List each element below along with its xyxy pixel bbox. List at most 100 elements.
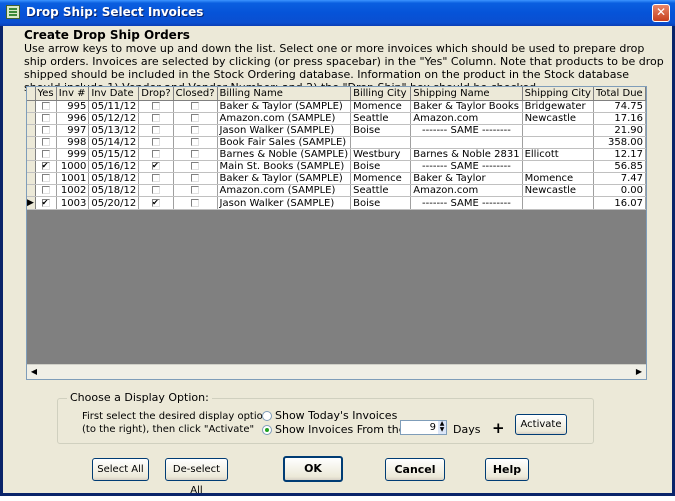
- closed-cell-checkbox[interactable]: [191, 162, 200, 170]
- cancel-button[interactable]: Cancel: [385, 458, 445, 481]
- yes-cell[interactable]: [35, 160, 57, 173]
- invoice-grid[interactable]: Yes Inv # Inv Date Drop? Closed? Billing…: [26, 86, 647, 380]
- yes-cell[interactable]: [35, 196, 57, 210]
- yes-cell[interactable]: [35, 172, 57, 185]
- billing-name-cell: Amazon.com (SAMPLE): [217, 112, 352, 125]
- spinner-arrows[interactable]: ▲ ▼: [438, 421, 446, 434]
- drop-cell-checkbox[interactable]: [151, 102, 160, 110]
- yes-cell[interactable]: [35, 124, 57, 137]
- yes-cell-checkbox[interactable]: [41, 174, 50, 182]
- yes-cell[interactable]: [35, 184, 57, 197]
- drop-cell-checkbox[interactable]: [151, 126, 160, 134]
- yes-cell-checkbox[interactable]: [41, 150, 50, 158]
- closed-cell[interactable]: [173, 184, 218, 197]
- drop-cell[interactable]: [138, 172, 174, 185]
- chevron-down-icon[interactable]: ▼: [440, 426, 445, 433]
- inv-number-cell: 998: [56, 136, 90, 149]
- drop-cell[interactable]: [138, 124, 174, 137]
- drop-cell-checkbox[interactable]: [151, 114, 160, 122]
- drop-cell[interactable]: [138, 100, 174, 113]
- column-header-total-due[interactable]: Total Due: [593, 87, 646, 101]
- column-header-shipping-name[interactable]: Shipping Name: [410, 87, 523, 101]
- radio-show-today[interactable]: Show Today's Invoices: [262, 409, 397, 422]
- yes-cell[interactable]: [35, 148, 57, 161]
- days-spinner[interactable]: 9 ▲ ▼: [400, 420, 447, 435]
- column-header-billing-name[interactable]: Billing Name: [217, 87, 352, 101]
- closed-cell-checkbox[interactable]: [191, 198, 200, 207]
- closed-cell-checkbox[interactable]: [191, 114, 200, 122]
- inv-number-cell: 1002: [56, 184, 90, 197]
- table-row[interactable]: 998 05/14/12 Book Fair Sales (SAMPLE) 358.0…: [27, 136, 646, 149]
- table-row[interactable]: 999 05/15/12 Barnes & Noble (SAMPLE) Westbu…: [27, 148, 646, 161]
- yes-cell[interactable]: [35, 100, 57, 113]
- drop-cell[interactable]: [138, 184, 174, 197]
- closed-cell[interactable]: [173, 160, 218, 173]
- yes-cell-checkbox[interactable]: [41, 186, 50, 194]
- closed-cell-checkbox[interactable]: [191, 150, 200, 158]
- activate-label: Activate: [520, 419, 562, 430]
- billing-name-cell: Baker & Taylor (SAMPLE): [217, 100, 352, 113]
- inv-date-cell: 05/16/12: [88, 160, 140, 173]
- table-row[interactable]: 100005/16/12 Main St. Books (SAMPLE)Boise…: [27, 160, 646, 173]
- shipping-city-cell: Momence: [522, 172, 594, 185]
- arrow-right-icon[interactable]: ▶: [633, 366, 645, 378]
- activate-button[interactable]: Activate: [515, 414, 567, 435]
- drop-cell-checkbox[interactable]: [151, 174, 160, 182]
- ok-button[interactable]: OK: [283, 456, 343, 482]
- drop-cell-checkbox[interactable]: [151, 186, 160, 194]
- yes-cell-checkbox[interactable]: [41, 162, 50, 170]
- table-row[interactable]: 1002 05/18/12 Amazon.com (SAMPLE) Seattle Am…: [27, 184, 646, 197]
- yes-cell-checkbox[interactable]: [41, 102, 50, 110]
- horizontal-scrollbar[interactable]: ◀ ▶: [27, 364, 646, 379]
- radio-circle-today[interactable]: [262, 411, 272, 421]
- closed-cell-checkbox[interactable]: [191, 174, 200, 182]
- column-header-yes[interactable]: Yes: [35, 87, 57, 101]
- yes-cell[interactable]: [35, 136, 57, 149]
- yes-cell-checkbox[interactable]: [41, 198, 50, 207]
- inv-number-cell: 1000: [56, 160, 90, 173]
- column-header-shipping-city[interactable]: Shipping City: [522, 87, 594, 101]
- closed-cell[interactable]: [173, 172, 218, 185]
- radio-circle-last[interactable]: [262, 425, 272, 435]
- drop-cell-checkbox[interactable]: [151, 162, 160, 170]
- column-header-billing-city[interactable]: Billing City: [350, 87, 412, 101]
- closed-cell[interactable]: [173, 124, 218, 137]
- yes-cell-checkbox[interactable]: [41, 126, 50, 134]
- column-header-inv-number[interactable]: Inv #: [56, 87, 90, 101]
- billing-city-cell: Westbury: [350, 148, 412, 161]
- column-header-inv-date[interactable]: Inv Date: [88, 87, 140, 101]
- yes-cell-checkbox[interactable]: [41, 138, 50, 146]
- column-header-closed[interactable]: Closed?: [173, 87, 218, 101]
- drop-cell[interactable]: [138, 148, 174, 161]
- table-row[interactable]: 1001 05/18/12 Baker & Taylor (SAMPLE) Momen…: [27, 172, 646, 185]
- closed-cell[interactable]: [173, 148, 218, 161]
- deselect-all-button[interactable]: De-select All: [165, 458, 228, 496]
- help-button[interactable]: Help: [485, 458, 529, 481]
- drop-cell[interactable]: [138, 196, 174, 210]
- drop-cell[interactable]: [138, 136, 174, 149]
- closed-cell[interactable]: [173, 112, 218, 125]
- closed-cell[interactable]: [173, 100, 218, 113]
- drop-cell[interactable]: [138, 112, 174, 125]
- closed-cell-checkbox[interactable]: [191, 126, 200, 134]
- column-header-drop[interactable]: Drop?: [138, 87, 174, 101]
- drop-cell-checkbox[interactable]: [151, 138, 160, 146]
- closed-cell[interactable]: [173, 136, 218, 149]
- arrow-left-icon[interactable]: ◀: [28, 366, 40, 378]
- drop-cell-checkbox[interactable]: [151, 150, 160, 158]
- select-all-button[interactable]: Select All: [92, 458, 149, 481]
- table-row[interactable]: ▶ 100305/20/12 Jason Walker (SAMPLE)Boise-…: [27, 196, 646, 210]
- closed-cell-checkbox[interactable]: [191, 102, 200, 110]
- drop-cell-checkbox[interactable]: [151, 198, 160, 207]
- table-row[interactable]: 996 05/12/12 Amazon.com (SAMPLE) Seattle Ama…: [27, 112, 646, 125]
- closed-cell[interactable]: [173, 196, 218, 210]
- closed-cell-checkbox[interactable]: [191, 138, 200, 146]
- yes-cell-checkbox[interactable]: [41, 114, 50, 122]
- table-row[interactable]: 995 05/11/12 Baker & Taylor (SAMPLE) Momenc…: [27, 100, 646, 113]
- close-button[interactable]: ✕: [652, 4, 670, 22]
- drop-cell[interactable]: [138, 160, 174, 173]
- table-row[interactable]: 997 05/13/12 Jason Walker (SAMPLE) Boise ---…: [27, 124, 646, 137]
- closed-cell-checkbox[interactable]: [191, 186, 200, 194]
- title-bar[interactable]: Drop Ship: Select Invoices ✕: [0, 0, 675, 26]
- yes-cell[interactable]: [35, 112, 57, 125]
